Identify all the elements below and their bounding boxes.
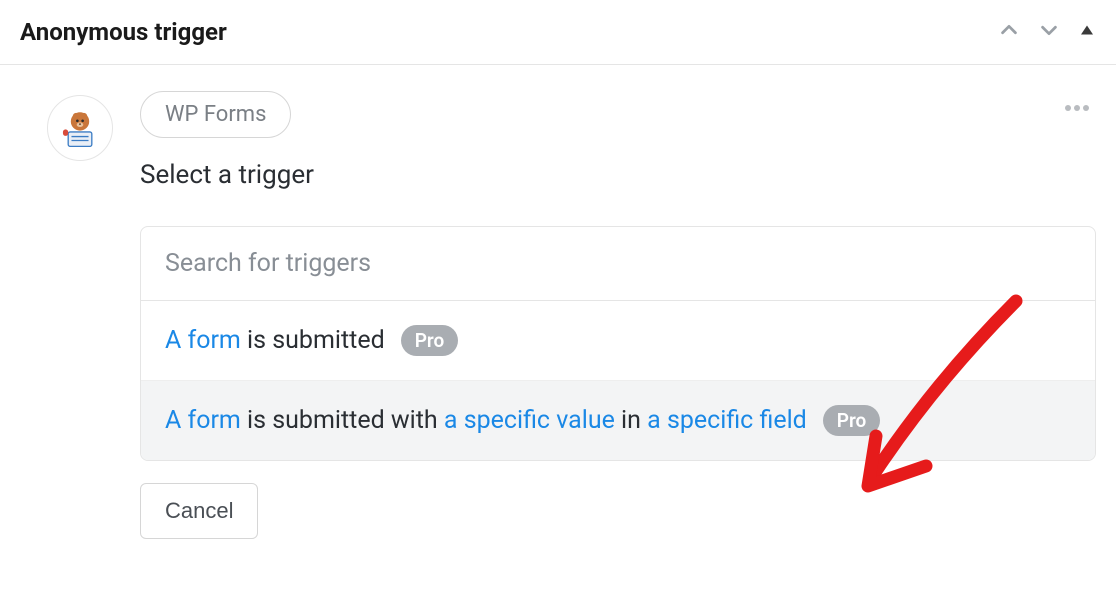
trigger-token-link[interactable]: a specific value (444, 406, 615, 435)
trigger-token-plain: in (615, 406, 647, 435)
trigger-token-link[interactable]: a specific field (647, 406, 807, 435)
more-options-icon[interactable] (1064, 97, 1090, 116)
chevron-up-icon[interactable] (998, 19, 1020, 45)
panel-header: Anonymous trigger (0, 0, 1116, 65)
trigger-token-plain: is submitted (241, 326, 385, 355)
trigger-option[interactable]: A form is submitted with a specific valu… (141, 381, 1095, 460)
panel-title: Anonymous trigger (20, 18, 227, 46)
pro-badge: Pro (823, 405, 881, 436)
trigger-token-link[interactable]: A form (165, 406, 241, 435)
cancel-button[interactable]: Cancel (140, 483, 258, 539)
trigger-search-box: Search for triggers A form is submitted P… (140, 226, 1096, 461)
trigger-search-input[interactable]: Search for triggers (141, 227, 1095, 301)
integration-avatar (47, 95, 113, 161)
trigger-token-plain: is submitted with (241, 406, 444, 435)
header-controls (998, 19, 1096, 45)
chevron-down-icon[interactable] (1038, 19, 1060, 45)
section-subtitle: Select a trigger (140, 160, 1096, 190)
trigger-body: WP Forms Select a trigger Search for tri… (0, 65, 1116, 539)
trigger-option[interactable]: A form is submitted Pro (141, 301, 1095, 381)
avatar-column (20, 91, 140, 161)
search-placeholder: Search for triggers (165, 249, 371, 278)
pro-badge: Pro (401, 325, 459, 356)
integration-chip[interactable]: WP Forms (140, 91, 291, 138)
collapse-triangle-icon[interactable] (1078, 21, 1096, 43)
trigger-token-link[interactable]: A form (165, 326, 241, 355)
trigger-option-text: A form is submitted (165, 326, 385, 355)
trigger-main: WP Forms Select a trigger Search for tri… (140, 91, 1096, 539)
trigger-option-text: A form is submitted with a specific valu… (165, 406, 807, 435)
